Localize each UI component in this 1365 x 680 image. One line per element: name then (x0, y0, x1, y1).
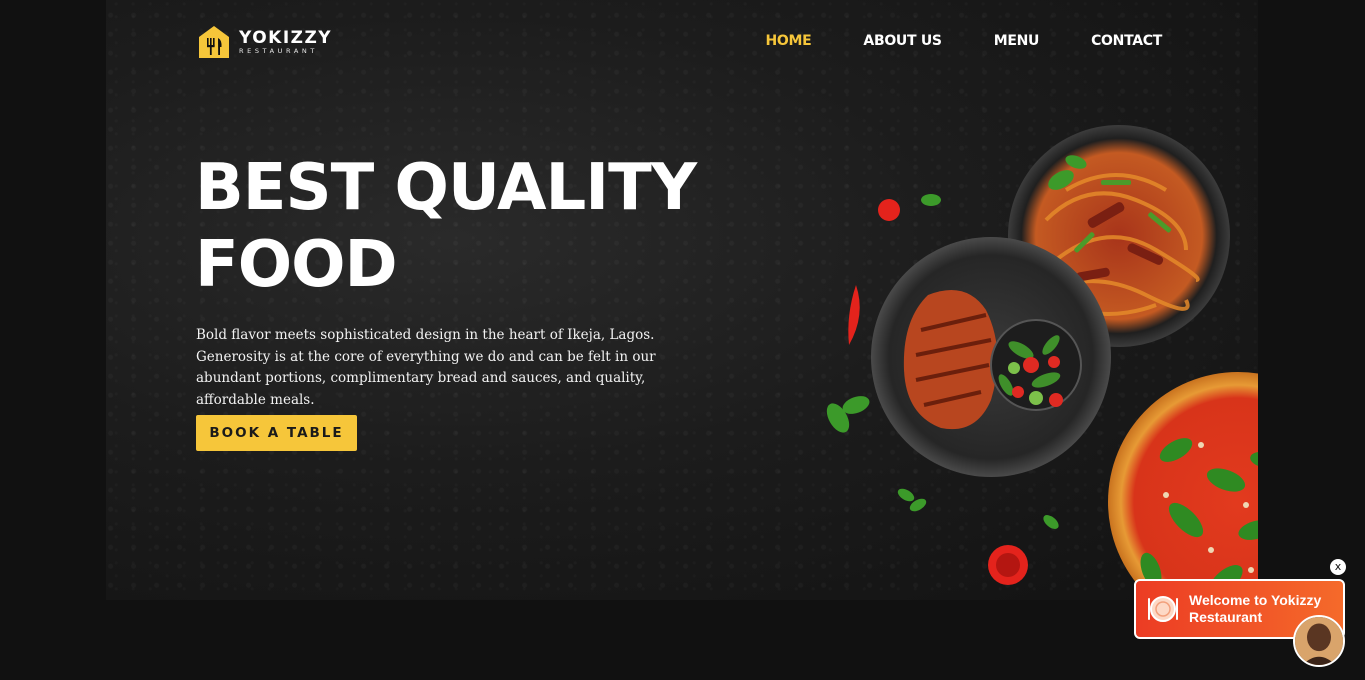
hero-section: YOKIZZY RESTAURANT HOME ABOUT US MENU CO… (106, 0, 1258, 600)
headline-line-2: FOOD (195, 228, 398, 302)
brand-name: YOKIZZY (239, 27, 333, 48)
nav-home[interactable]: HOME (766, 33, 812, 49)
plate-cutlery-icon (1148, 596, 1178, 622)
main-nav: HOME ABOUT US MENU CONTACT (766, 33, 1163, 49)
food-dishes-image (826, 125, 1258, 600)
book-a-table-button[interactable]: BOOK A TABLE (196, 415, 357, 451)
agent-avatar[interactable] (1293, 615, 1345, 667)
hero-description: Bold flavor meets sophisticated design i… (196, 327, 656, 408)
nav-menu[interactable]: MENU (994, 33, 1040, 49)
logo[interactable]: YOKIZZY RESTAURANT (198, 25, 332, 59)
headline-line-1: BEST QUALITY (195, 151, 697, 225)
chat-close-button[interactable]: x (1330, 559, 1346, 575)
restaurant-house-icon (199, 26, 229, 58)
nav-contact[interactable]: CONTACT (1091, 33, 1162, 49)
brand-subtitle: RESTAURANT (239, 46, 318, 55)
hero-headline: BEST QUALITY FOOD (195, 150, 715, 304)
nav-about-us[interactable]: ABOUT US (863, 33, 942, 49)
agent-avatar-image (1295, 617, 1343, 665)
